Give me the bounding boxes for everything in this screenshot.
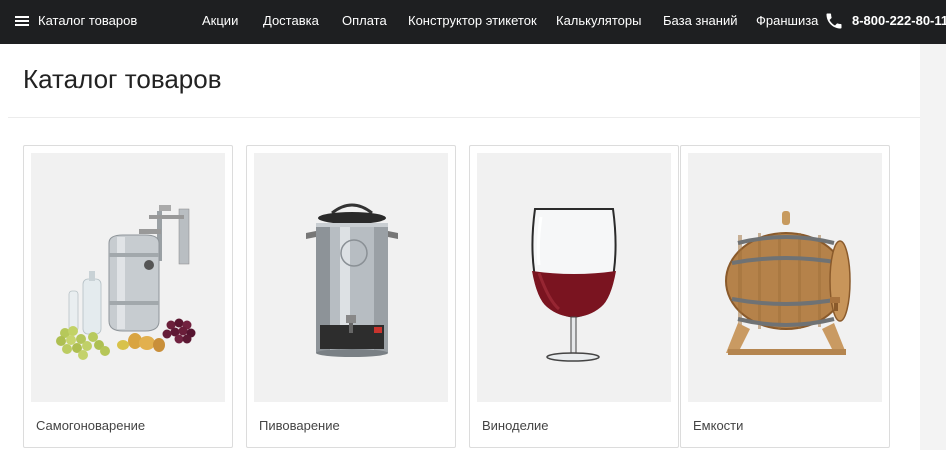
nav-link-calculators[interactable]: Калькуляторы <box>556 13 641 28</box>
category-label: Виноделие <box>482 418 549 433</box>
hamburger-icon <box>15 15 29 27</box>
nav-link-knowledge-base[interactable]: База знаний <box>663 13 738 28</box>
page-title: Каталог товаров <box>23 64 222 94</box>
category-label: Самогоноварение <box>36 418 146 433</box>
distiller-image <box>31 153 225 402</box>
title-divider <box>8 117 920 118</box>
nav-link-promotions[interactable]: Акции <box>202 13 238 28</box>
top-navigation-bar: Каталог товаров Акции Доставка Оплата Ко… <box>0 0 946 44</box>
phone-icon[interactable] <box>824 11 844 31</box>
catalog-menu-button[interactable]: Каталог товаров <box>15 13 137 28</box>
phone-number-link[interactable]: 8-800-222-80-11 <box>852 13 946 28</box>
category-card-containers[interactable]: Емкости <box>680 145 890 448</box>
catalog-menu-label: Каталог товаров <box>38 13 138 28</box>
category-card-winemaking[interactable]: Виноделие <box>469 145 679 448</box>
nav-link-label-builder[interactable]: Конструктор этикеток <box>408 13 537 28</box>
wine-glass-image <box>477 153 671 402</box>
oak-barrel-image <box>688 153 882 402</box>
brew-kettle-image <box>254 153 448 402</box>
category-card-brewing[interactable]: Пивоварение <box>246 145 456 448</box>
nav-link-delivery[interactable]: Доставка <box>263 13 319 28</box>
category-label: Емкости <box>693 418 744 433</box>
nav-link-franchise[interactable]: Франшиза <box>756 13 818 28</box>
category-card-distilling[interactable]: Самогоноварение <box>23 145 233 448</box>
category-label: Пивоварение <box>259 418 340 433</box>
nav-link-payment[interactable]: Оплата <box>342 13 387 28</box>
